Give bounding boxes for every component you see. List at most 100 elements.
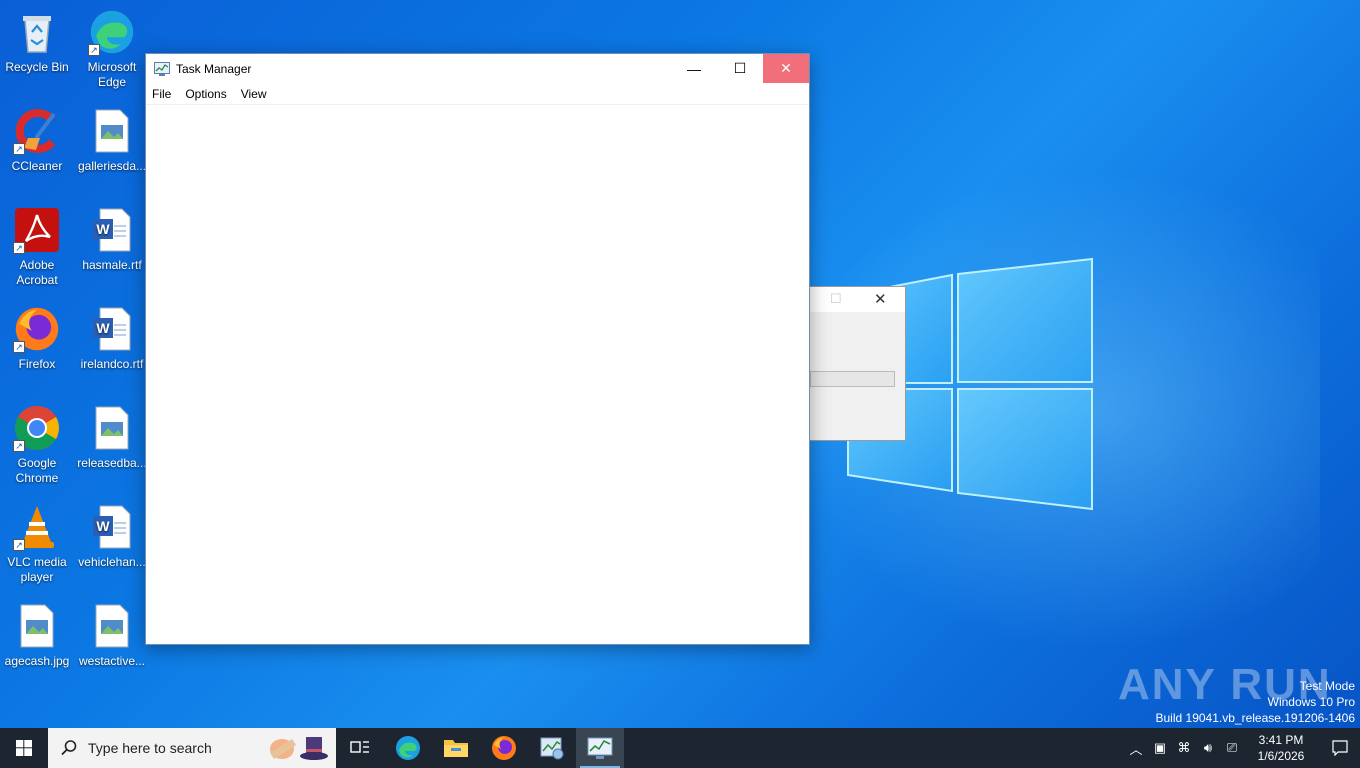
dialog-titlebar[interactable]: ☐ ✕ (810, 287, 905, 312)
taskbar-task-manager[interactable] (576, 728, 624, 768)
desktop-icon-label: Firefox (18, 357, 56, 371)
desktop-icon-label: irelandco.rtf (80, 357, 144, 371)
desktop-icon[interactable]: Whasmale.rtf (75, 206, 149, 273)
folder-icon (444, 740, 468, 757)
search-highlight-illustration-icon (270, 737, 328, 760)
show-hidden-icons-icon[interactable]: ︿ (1124, 739, 1148, 758)
desktop-icon[interactable]: ↗ CCleaner (0, 107, 74, 174)
task-view-button[interactable] (336, 728, 384, 768)
watermark-line-1: Test Mode (1299, 679, 1355, 693)
word-doc-icon: W (88, 206, 136, 254)
window-titlebar[interactable]: Task Manager — ☐ ✕ (146, 54, 809, 83)
dialog-close-button[interactable]: ✕ (874, 290, 887, 308)
action-center-button[interactable] (1320, 728, 1360, 768)
task-manager-icon (587, 737, 613, 759)
taskbar-clock[interactable]: 3:41 PM 1/6/2026 (1250, 732, 1312, 764)
minimize-button[interactable]: — (671, 54, 717, 83)
shortcut-arrow-icon: ↗ (13, 341, 25, 353)
desktop-icon[interactable]: westactive... (75, 602, 149, 669)
task-view-icon (350, 741, 369, 753)
dialog-progress-bar (810, 371, 895, 387)
desktop-icon[interactable]: Wirelandco.rtf (75, 305, 149, 372)
ccleaner-icon: ↗ (13, 107, 61, 155)
network-icon[interactable]: ⎚ (1220, 740, 1244, 756)
image-file-icon (88, 107, 136, 155)
volume-icon[interactable]: 🔊︎ (1196, 740, 1220, 756)
watermark-line-3: Build 19041.vb_release.191206-1406 (1155, 711, 1356, 725)
menu-bar: File Options View (146, 83, 809, 105)
menu-options[interactable]: Options (185, 87, 226, 101)
desktop-icon-label: Recycle Bin (5, 60, 69, 74)
taskbar-process-app[interactable] (528, 728, 576, 768)
windows-start-icon (16, 740, 32, 756)
desktop-icon-label: westactive... (78, 654, 146, 668)
desktop-icon[interactable]: galleriesda... (75, 107, 149, 174)
image-file-icon (13, 602, 61, 650)
desktop-icon-label: hasmale.rtf (82, 258, 142, 272)
notification-icon (1332, 740, 1348, 756)
desktop-icon[interactable]: releasedba... (75, 404, 149, 471)
taskbar-edge[interactable] (384, 728, 432, 768)
desktop-icon[interactable]: ↗ Google Chrome (0, 404, 74, 486)
desktop-icon[interactable]: Wvehiclehan... (75, 503, 149, 570)
desktop-icon[interactable]: agecash.jpg (0, 602, 74, 669)
clock-date: 1/6/2026 (1257, 749, 1305, 763)
acrobat-icon: ↗ (13, 206, 61, 254)
shortcut-arrow-icon: ↗ (13, 143, 25, 155)
taskbar-firefox[interactable] (480, 728, 528, 768)
image-file-icon (88, 404, 136, 452)
desktop-icon-label: agecash.jpg (4, 654, 70, 668)
start-button[interactable] (0, 728, 48, 768)
taskbar-search-box[interactable]: Type here to search (48, 728, 336, 768)
taskbar-file-explorer[interactable] (432, 728, 480, 768)
word-doc-icon: W (88, 503, 136, 551)
recycle-bin-icon (13, 8, 61, 56)
vlc-icon: ↗ (13, 503, 61, 551)
meet-now-icon[interactable]: ⌘ (1172, 740, 1196, 756)
desktop-icon-label: Google Chrome (15, 456, 59, 485)
dialog-maximize-button[interactable]: ☐ (830, 291, 842, 307)
desktop-icon[interactable]: ↗ Firefox (0, 305, 74, 372)
svg-text:W: W (96, 221, 110, 237)
minimize-icon: — (687, 60, 701, 77)
close-icon: ✕ (780, 60, 792, 76)
application-icon (540, 737, 564, 760)
desktop-icon[interactable]: Recycle Bin (0, 8, 74, 75)
edge-icon (396, 736, 420, 760)
search-placeholder: Type here to search (88, 740, 212, 756)
svg-text:W: W (96, 518, 110, 534)
desktop-icon[interactable]: ↗ Microsoft Edge (75, 8, 149, 90)
desktop-icon-label: CCleaner (11, 159, 63, 173)
svg-text:W: W (96, 320, 110, 336)
desktop-icon-label: Adobe Acrobat (16, 258, 58, 287)
task-manager-icon (154, 61, 170, 76)
image-file-icon (88, 602, 136, 650)
network-adapter-icon[interactable]: ▣ (1148, 740, 1172, 756)
window-title: Task Manager (176, 61, 252, 76)
desktop-icon[interactable]: ↗ VLC media player (0, 503, 74, 585)
test-mode-watermark: Test Mode Windows 10 Pro Build 19041.vb_… (1156, 678, 1356, 726)
system-tray: ︿ ▣ ⌘ 🔊︎ ⎚ 3:41 PM 1/6/2026 (1124, 728, 1360, 768)
shortcut-arrow-icon: ↗ (13, 242, 25, 254)
desktop-icon-label: galleriesda... (77, 159, 147, 173)
firefox-icon: ↗ (13, 305, 61, 353)
word-doc-icon: W (88, 305, 136, 353)
task-manager-window[interactable]: Task Manager — ☐ ✕ File Options View (145, 53, 810, 645)
menu-file[interactable]: File (152, 87, 171, 101)
edge-icon: ↗ (88, 8, 136, 56)
maximize-button[interactable]: ☐ (717, 54, 763, 83)
shortcut-arrow-icon: ↗ (13, 539, 25, 551)
search-icon (61, 740, 77, 756)
desktop-icon-label: VLC media player (7, 555, 67, 584)
background-dialog[interactable]: ☐ ✕ (810, 286, 906, 441)
taskbar: Type here to search ︿ ▣ ⌘ 🔊︎ ⎚ 3:41 PM 1… (0, 728, 1360, 768)
close-button[interactable]: ✕ (763, 54, 809, 83)
shortcut-arrow-icon: ↗ (13, 440, 25, 452)
shortcut-arrow-icon: ↗ (88, 44, 100, 56)
desktop-icon[interactable]: ↗ Adobe Acrobat (0, 206, 74, 288)
desktop-icon-label: vehiclehan... (78, 555, 146, 569)
window-content-area (146, 105, 809, 645)
desktop-icon-label: releasedba... (77, 456, 147, 470)
menu-view[interactable]: View (241, 87, 267, 101)
maximize-icon: ☐ (733, 60, 747, 76)
